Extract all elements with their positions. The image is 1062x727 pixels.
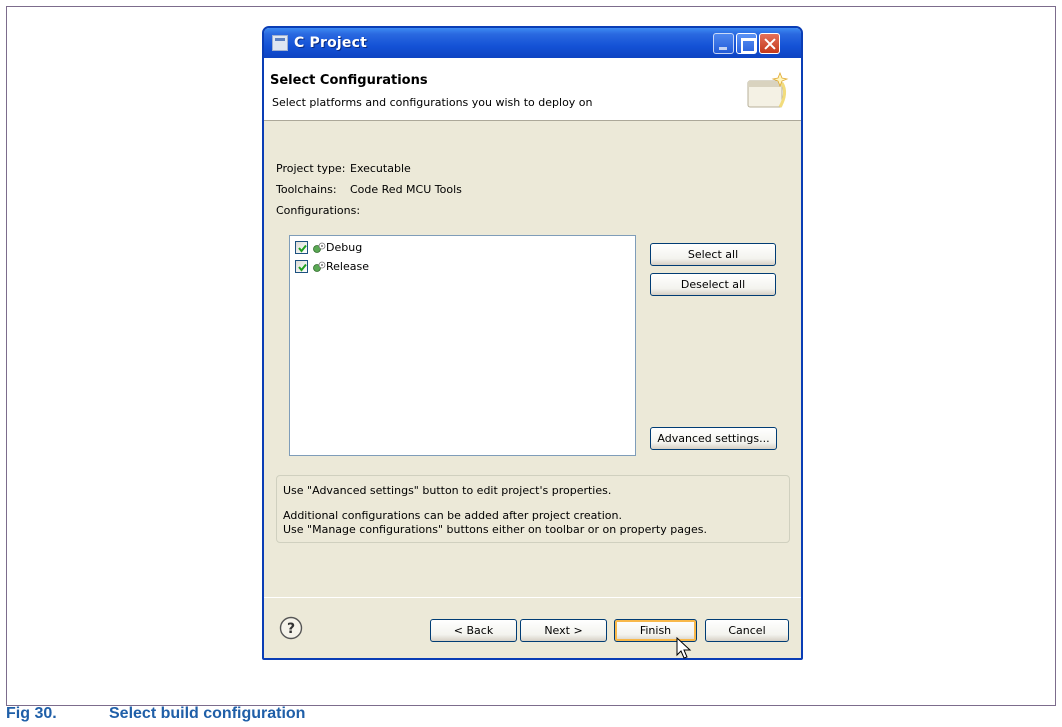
info-box: Use "Advanced settings" button to edit p… xyxy=(276,475,790,543)
release-label: Release xyxy=(326,260,369,273)
window-title: C Project xyxy=(294,35,368,51)
debug-label: Debug xyxy=(326,241,363,254)
close-button[interactable] xyxy=(759,33,780,54)
debug-checkbox[interactable] xyxy=(295,241,308,254)
toolchains-label: Toolchains: xyxy=(276,183,337,196)
toolchains-value: Code Red MCU Tools xyxy=(350,183,462,196)
info-manage-configurations: Use "Manage configurations" buttons eith… xyxy=(283,523,707,536)
titlebar[interactable]: C Project xyxy=(264,28,801,58)
figure-number: Fig 30. xyxy=(6,705,57,722)
window-icon xyxy=(272,35,288,51)
deselect-all-button[interactable]: Deselect all xyxy=(650,273,776,296)
configurations-label: Configurations: xyxy=(276,204,361,217)
configuration-gear-icon xyxy=(313,261,326,272)
c-project-dialog: C Project Select Configurations Select p… xyxy=(262,26,803,660)
wizard-banner-icon xyxy=(747,71,789,108)
release-checkbox[interactable] xyxy=(295,260,308,273)
back-button[interactable]: < Back xyxy=(430,619,517,642)
minimize-button[interactable] xyxy=(713,33,734,54)
project-type-value: Executable xyxy=(350,162,411,175)
configuration-gear-icon xyxy=(313,242,326,253)
help-icon[interactable]: ? xyxy=(279,616,303,640)
checkmark-icon xyxy=(298,244,307,253)
figure-title: Select build configuration xyxy=(109,705,306,722)
project-type-label: Project type: xyxy=(276,162,346,175)
footer-separator xyxy=(264,597,801,598)
configurations-list[interactable]: Debug Release xyxy=(289,235,636,456)
next-button[interactable]: Next > xyxy=(520,619,607,642)
svg-text:?: ? xyxy=(287,621,295,637)
select-all-button[interactable]: Select all xyxy=(650,243,776,266)
info-advanced-settings: Use "Advanced settings" button to edit p… xyxy=(283,484,612,497)
wizard-header: Select Configurations Select platforms a… xyxy=(264,58,801,121)
page-title: Select Configurations xyxy=(270,73,428,88)
advanced-settings-button[interactable]: Advanced settings... xyxy=(650,427,777,450)
cancel-button[interactable]: Cancel xyxy=(705,619,789,642)
figure-caption: Fig 30. Select build configuration xyxy=(6,705,1056,723)
mouse-cursor-icon xyxy=(676,637,692,659)
checkmark-icon xyxy=(298,263,307,272)
page-description: Select platforms and configurations you … xyxy=(272,96,593,109)
maximize-button[interactable] xyxy=(736,33,757,54)
info-additional-configurations: Additional configurations can be added a… xyxy=(283,509,622,522)
